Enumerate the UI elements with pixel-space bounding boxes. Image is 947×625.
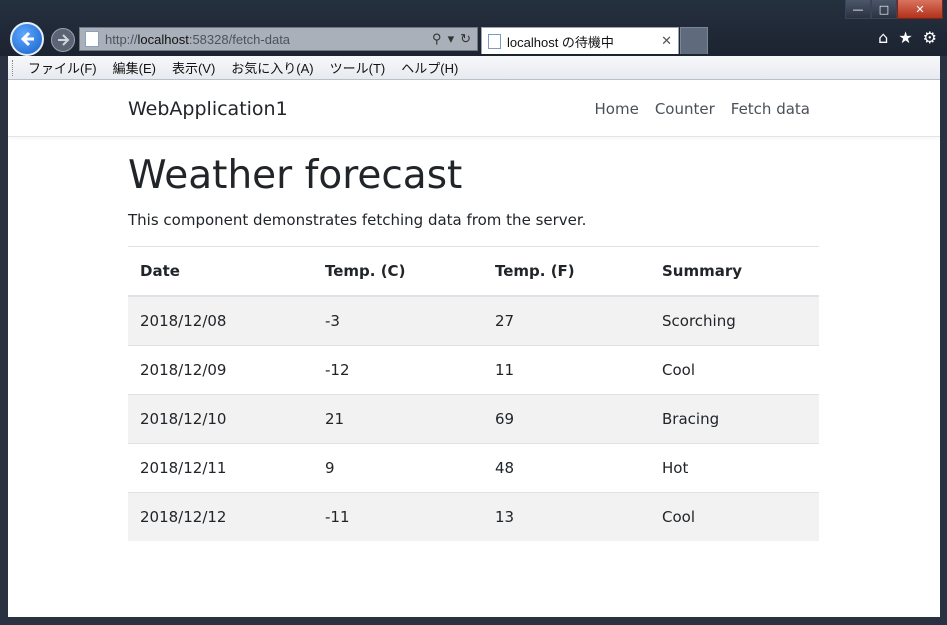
window-border-left — [0, 56, 8, 625]
nav-links: Home Counter Fetch data — [595, 100, 810, 118]
page-icon — [85, 31, 99, 47]
settings-gear-icon[interactable]: ⚙ — [923, 28, 937, 47]
menu-view[interactable]: 表示(V) — [172, 58, 215, 77]
nav-counter[interactable]: Counter — [655, 100, 715, 118]
cell-temp-c: 21 — [313, 393, 483, 444]
cell-temp-f: 69 — [483, 393, 650, 444]
address-bar[interactable]: http://localhost:58328/fetch-data ⚲ ▾ ↻ — [79, 27, 478, 51]
maximize-icon[interactable]: □ — [871, 0, 897, 19]
address-tools: ⚲ ▾ ↻ — [432, 31, 477, 47]
menu-help[interactable]: ヘルプ(H) — [401, 58, 458, 77]
nav-home[interactable]: Home — [595, 100, 639, 118]
forward-arrow-icon — [58, 34, 70, 46]
page-description: This component demonstrates fetching dat… — [128, 210, 587, 229]
new-tab-button[interactable] — [680, 27, 708, 54]
browser-frame: — □ ✕ http://localhost:58328/fetch-data … — [0, 0, 947, 56]
forward-button[interactable] — [51, 28, 75, 52]
search-icon[interactable]: ⚲ — [432, 31, 442, 47]
header-temp-c: Temp. (C) — [313, 245, 483, 297]
forecast-table: Date Temp. (C) Temp. (F) Summary 2018/12… — [128, 245, 819, 541]
cell-temp-f: 27 — [483, 295, 650, 346]
refresh-icon[interactable]: ↻ — [460, 31, 471, 47]
dropdown-icon[interactable]: ▾ — [448, 31, 455, 47]
browser-toolbar-icons: ⌂ ★ ⚙ — [878, 28, 937, 47]
cell-summary: Cool — [650, 344, 819, 395]
app-brand[interactable]: WebApplication1 — [128, 98, 288, 120]
table-row: 2018/12/10 21 69 Bracing — [128, 393, 819, 444]
window-border-right — [940, 56, 947, 625]
menu-bar: ファイル(F) 編集(E) 表示(V) お気に入り(A) ツール(T) ヘルプ(… — [8, 56, 940, 80]
cell-summary: Hot — [650, 442, 819, 493]
menu-tools[interactable]: ツール(T) — [330, 58, 386, 77]
web-page: WebApplication1 Home Counter Fetch data … — [8, 80, 940, 617]
table-header-row: Date Temp. (C) Temp. (F) Summary — [128, 245, 819, 297]
url-path: :58328/fetch-data — [188, 31, 291, 47]
url-prefix: http:// — [105, 31, 138, 47]
cell-summary: Bracing — [650, 393, 819, 444]
cell-date: 2018/12/09 — [128, 344, 313, 395]
app-navbar: WebApplication1 Home Counter Fetch data — [8, 80, 940, 137]
browser-tab[interactable]: localhost の待機中 ✕ — [481, 27, 679, 54]
cell-temp-c: 9 — [313, 442, 483, 493]
header-temp-f: Temp. (F) — [483, 245, 650, 297]
cell-date: 2018/12/12 — [128, 491, 313, 541]
menu-edit[interactable]: 編集(E) — [113, 58, 156, 77]
cell-temp-c: -12 — [313, 344, 483, 395]
url-host: localhost — [137, 31, 189, 47]
close-window-icon[interactable]: ✕ — [897, 0, 943, 19]
cell-temp-f: 48 — [483, 442, 650, 493]
cell-summary: Scorching — [650, 295, 819, 346]
tab-page-icon — [488, 33, 501, 49]
window-border-bottom — [0, 617, 947, 625]
cell-date: 2018/12/08 — [128, 295, 313, 346]
cell-date: 2018/12/11 — [128, 442, 313, 493]
tab-close-icon[interactable]: ✕ — [661, 33, 672, 49]
cell-date: 2018/12/10 — [128, 393, 313, 444]
page-title: Weather forecast — [128, 153, 463, 198]
window-controls: — □ ✕ — [845, 0, 943, 20]
table-row: 2018/12/08 -3 27 Scorching — [128, 295, 819, 346]
cell-temp-f: 11 — [483, 344, 650, 395]
cell-temp-f: 13 — [483, 491, 650, 541]
menu-file[interactable]: ファイル(F) — [28, 58, 97, 77]
menu-grip — [12, 59, 16, 76]
home-icon[interactable]: ⌂ — [878, 28, 888, 47]
tab-title: localhost の待機中 — [507, 34, 614, 50]
cell-temp-c: -3 — [313, 295, 483, 346]
table-row: 2018/12/09 -12 11 Cool — [128, 344, 819, 395]
nav-fetch-data[interactable]: Fetch data — [731, 100, 810, 118]
back-button[interactable] — [10, 22, 44, 56]
cell-summary: Cool — [650, 491, 819, 541]
menu-favorites[interactable]: お気に入り(A) — [231, 58, 313, 77]
minimize-icon[interactable]: — — [845, 0, 871, 19]
back-arrow-icon — [20, 31, 34, 47]
table-row: 2018/12/11 9 48 Hot — [128, 442, 819, 493]
main-content: Weather forecast This component demonstr… — [128, 153, 819, 541]
table-row: 2018/12/12 -11 13 Cool — [128, 491, 819, 541]
header-date: Date — [128, 245, 313, 297]
cell-temp-c: -11 — [313, 491, 483, 541]
header-summary: Summary — [650, 245, 819, 297]
favorites-star-icon[interactable]: ★ — [898, 28, 912, 47]
